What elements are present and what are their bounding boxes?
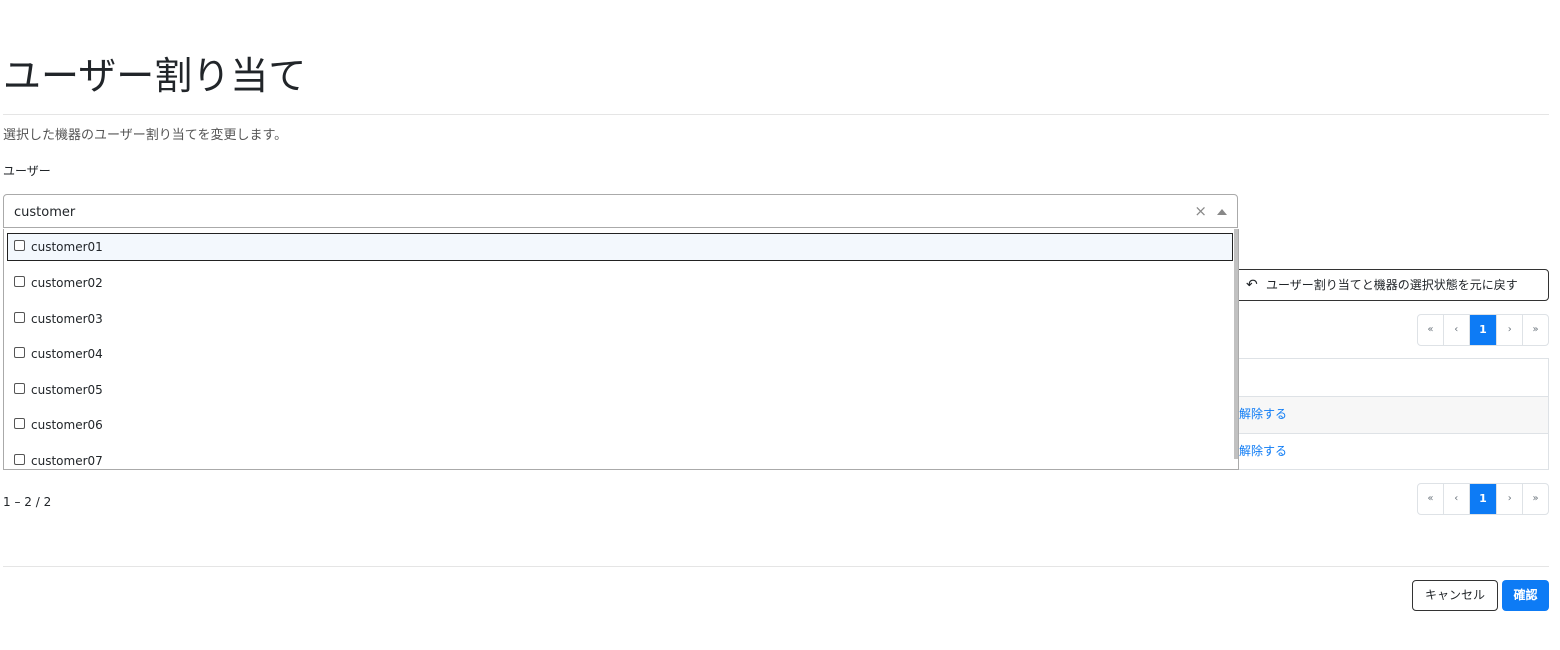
unassign-link[interactable]: 解除する: [1239, 406, 1287, 422]
user-option[interactable]: customer02: [4, 269, 1236, 297]
page-first-button[interactable]: «: [1418, 315, 1444, 345]
option-checkbox[interactable]: [14, 418, 25, 429]
page-last-button[interactable]: »: [1523, 315, 1548, 345]
page-last-button[interactable]: »: [1523, 484, 1548, 514]
option-label: customer01: [31, 240, 103, 254]
page-current-button[interactable]: 1: [1469, 484, 1498, 514]
table-row: 解除する: [1201, 396, 1548, 433]
page-prev-button[interactable]: ‹: [1444, 315, 1470, 345]
title-divider: [3, 114, 1549, 115]
user-option[interactable]: customer07: [4, 447, 1236, 469]
user-search-input[interactable]: [14, 202, 1174, 222]
option-label: customer06: [31, 418, 103, 432]
pagination-bottom: « ‹ 1 › »: [1417, 483, 1549, 515]
user-option[interactable]: customer03: [4, 305, 1236, 333]
page-current-button[interactable]: 1: [1469, 315, 1498, 345]
user-options-dropdown: customer01 customer02 customer03 custome…: [3, 229, 1239, 470]
option-label: customer03: [31, 312, 103, 326]
option-label: customer05: [31, 383, 103, 397]
page-next-button[interactable]: ›: [1497, 315, 1524, 345]
undo-icon: ↶: [1246, 277, 1258, 293]
page-first-button[interactable]: «: [1418, 484, 1444, 514]
option-checkbox[interactable]: [14, 383, 25, 394]
dropdown-scrollbar[interactable]: [1234, 229, 1238, 459]
footer-divider: [3, 566, 1549, 567]
option-checkbox[interactable]: [14, 347, 25, 358]
restore-selection-button[interactable]: ↶ ユーザー割り当てと機器の選択状態を元に戻す: [1233, 269, 1549, 301]
page-prev-button[interactable]: ‹: [1444, 484, 1470, 514]
option-label: customer04: [31, 347, 103, 361]
unassign-link[interactable]: 解除する: [1239, 443, 1287, 459]
caret-up-icon[interactable]: [1217, 209, 1227, 215]
restore-selection-label: ユーザー割り当てと機器の選択状態を元に戻す: [1266, 278, 1518, 292]
table-row: 解除する: [1201, 433, 1548, 470]
option-checkbox[interactable]: [14, 240, 25, 251]
user-select[interactable]: ×: [3, 194, 1238, 228]
confirm-button[interactable]: 確認: [1502, 580, 1549, 611]
option-checkbox[interactable]: [14, 454, 25, 465]
user-option[interactable]: customer06: [4, 411, 1236, 439]
user-option[interactable]: customer05: [4, 376, 1236, 404]
option-checkbox[interactable]: [14, 276, 25, 287]
device-table: 解除する 解除する: [1200, 358, 1549, 470]
user-option[interactable]: customer01: [7, 233, 1233, 261]
option-label: customer07: [31, 454, 103, 468]
user-field-label: ユーザー: [3, 164, 51, 178]
pagination-top: « ‹ 1 › »: [1417, 314, 1549, 346]
option-checkbox[interactable]: [14, 312, 25, 323]
cancel-button[interactable]: キャンセル: [1412, 580, 1498, 611]
clear-icon[interactable]: ×: [1194, 201, 1207, 221]
page-next-button[interactable]: ›: [1497, 484, 1524, 514]
user-option[interactable]: customer04: [4, 340, 1236, 368]
option-label: customer02: [31, 276, 103, 290]
range-text: 1 – 2 / 2: [3, 495, 52, 509]
page-title: ユーザー割り当て: [3, 54, 307, 98]
page-description: 選択した機器のユーザー割り当てを変更します。: [3, 128, 288, 143]
